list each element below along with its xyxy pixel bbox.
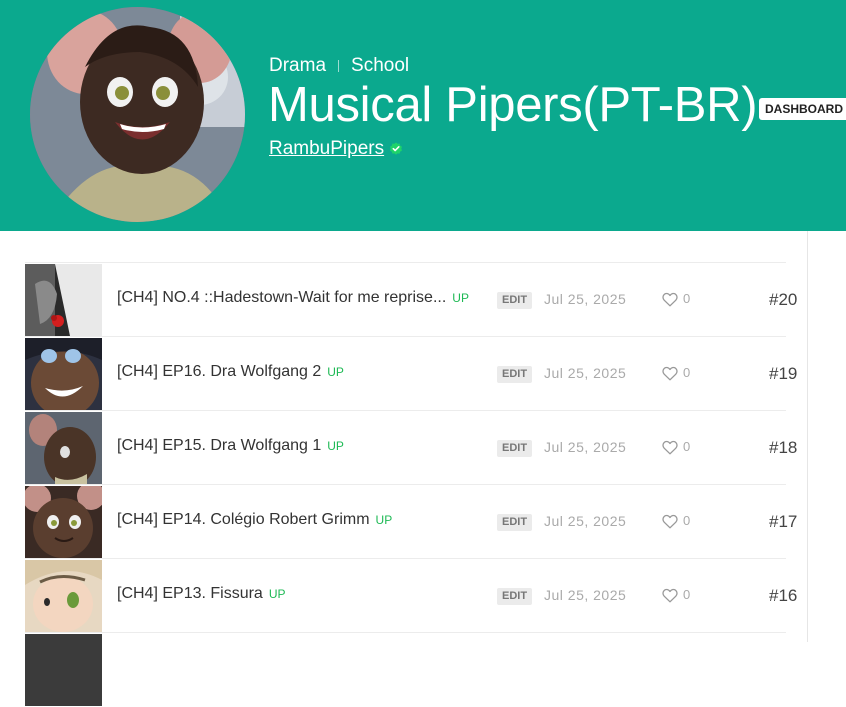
episode-row[interactable] (25, 633, 786, 707)
episode-thumbnail[interactable] (25, 560, 102, 632)
episode-date: Jul 25, 2025 (544, 513, 627, 529)
author-link[interactable]: RambuPipers (269, 138, 384, 160)
episode-number: #19 (769, 364, 798, 383)
episode-title-text: [CH4] EP13. Fissura (117, 585, 263, 602)
episode-row[interactable]: [CH4] EP16. Dra Wolfgang 2 UP EDIT Jul 25… (25, 337, 797, 411)
episode-date: Jul 25, 2025 (544, 587, 627, 603)
up-badge: UP (327, 365, 344, 379)
edit-button[interactable]: EDIT (497, 514, 533, 531)
edit-button[interactable]: EDIT (497, 292, 533, 309)
episode-title[interactable]: [CH4] EP14. Colégio Robert Grimm UP (117, 511, 392, 529)
episode-title-text: [CH4] EP15. Dra Wolfgang 1 (117, 437, 322, 454)
heart-outline-icon[interactable] (662, 588, 678, 603)
episode-number: #17 (769, 512, 798, 531)
genre-divider (338, 60, 340, 72)
heart-outline-icon[interactable] (662, 440, 678, 455)
episode-thumbnail[interactable] (25, 412, 102, 484)
episode-number: #18 (769, 438, 798, 457)
up-badge: UP (268, 587, 286, 601)
episode-number: #16 (769, 586, 798, 605)
like-count: 0 (683, 439, 691, 454)
like-count: 0 (683, 513, 691, 528)
episode-date: Jul 25, 2025 (544, 365, 627, 381)
episode-date: Jul 25, 2025 (544, 439, 627, 455)
episode-number: #20 (769, 290, 798, 309)
heart-outline-icon[interactable] (662, 514, 678, 529)
edit-button[interactable]: EDIT (497, 366, 533, 383)
episode-row[interactable]: [CH4] EP13. Fissura UP EDIT Jul 25, 2025 … (25, 559, 797, 633)
episode-row[interactable]: [CH4] NO.4 ::Hadestown-Wait for me repri… (25, 263, 797, 337)
episode-title[interactable]: [CH4] NO.4 ::Hadestown-Wait for me repri… (117, 289, 469, 307)
episode-row[interactable]: [CH4] EP15. Dra Wolfgang 1 UP EDIT Jul 25… (25, 411, 797, 485)
episode-title[interactable]: [CH4] EP15. Dra Wolfgang 1 UP (117, 437, 344, 455)
series-header: Drama School Musical Pipers(PT-BR) DASHB… (0, 0, 846, 231)
like-count: 0 (683, 587, 691, 602)
episode-title[interactable]: [CH4] EP16. Dra Wolfgang 2 UP (117, 363, 344, 381)
episode-title-text: [CH4] EP14. Colégio Robert Grimm (117, 511, 370, 528)
up-badge: UP (452, 291, 469, 305)
verified-check-icon (390, 142, 402, 155)
episode-thumbnail[interactable] (25, 338, 102, 410)
episode-thumbnail[interactable] (25, 264, 102, 336)
episode-thumbnail[interactable] (25, 486, 102, 558)
edit-button[interactable]: EDIT (497, 588, 533, 605)
episode-title[interactable]: [CH4] EP13. Fissura UP (117, 585, 286, 603)
episode-thumbnail[interactable] (25, 634, 102, 706)
series-cover-image (30, 7, 245, 222)
heart-outline-icon[interactable] (662, 366, 678, 381)
up-badge: UP (327, 439, 344, 453)
series-title: Musical Pipers(PT-BR) (268, 78, 758, 132)
episode-date: Jul 25, 2025 (544, 291, 627, 307)
episode-row[interactable]: [CH4] EP14. Colégio Robert Grimm UP EDIT … (25, 485, 797, 559)
edit-button[interactable]: EDIT (497, 440, 533, 457)
up-badge: UP (375, 513, 393, 527)
episode-title-text: [CH4] NO.4 ::Hadestown-Wait for me repri… (117, 289, 447, 306)
like-count: 0 (683, 365, 691, 380)
heart-outline-icon[interactable] (662, 292, 678, 307)
dashboard-button[interactable]: DASHBOARD (759, 98, 846, 120)
episode-title-text: [CH4] EP16. Dra Wolfgang 2 (117, 363, 322, 380)
like-count: 0 (683, 291, 691, 306)
